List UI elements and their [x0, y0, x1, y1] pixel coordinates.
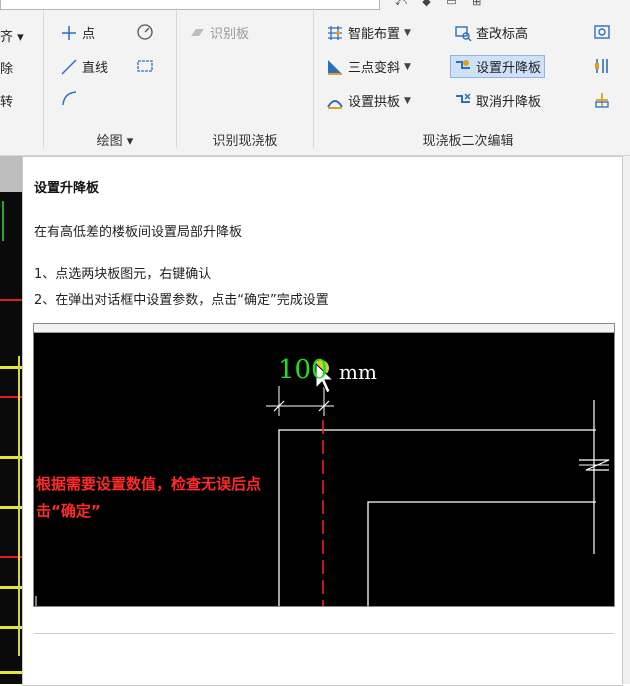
tooltip-step: 2、在弹出对话框中设置参数，点击“确定”完成设置 [34, 293, 329, 308]
split-slab-icon [593, 91, 611, 109]
canvas-line [0, 299, 22, 301]
dimension-value: 100 [278, 355, 328, 385]
dimension-unit: mm [339, 360, 377, 384]
check-elevation-button[interactable]: 查改标高 [454, 23, 528, 42]
delete-label: 除 [0, 62, 14, 77]
circle-icon [136, 23, 154, 41]
split-slab-button[interactable] [593, 91, 615, 109]
top-input-box[interactable] [0, 0, 380, 10]
tooltip-title: 设置升降板 [34, 181, 100, 196]
rectangle-icon [136, 57, 154, 75]
line-button[interactable]: 直线 [60, 57, 108, 76]
cancel-raise-lower-icon [454, 92, 472, 110]
separator [313, 8, 314, 148]
slope-icon [326, 58, 344, 76]
edit-group-label: 现浇板二次编辑 [422, 134, 514, 149]
smart-layout-label: 智能布置 [348, 27, 401, 42]
rectangle-button[interactable] [136, 57, 158, 75]
check-elevation-label: 查改标高 [476, 27, 529, 42]
separator [43, 8, 44, 148]
arc-button[interactable] [60, 89, 82, 107]
three-point-slope-button[interactable]: 三点变斜 ▼ [326, 57, 411, 76]
divider [34, 633, 614, 634]
check-elevation-icon [454, 24, 472, 42]
circle-button[interactable] [136, 23, 158, 41]
separator [176, 8, 177, 148]
rotate-item[interactable]: 转 [0, 91, 13, 110]
canvas-line [18, 356, 20, 656]
cad-canvas[interactable] [0, 156, 22, 684]
demo-instruction-note: 根据需要设置数值，检查无误后点击“确定” [36, 475, 262, 520]
demo-animation: 100 mm 根据需要设置数值，检查无误后点击“确定” [33, 323, 615, 607]
tooltip-step: 1、点选两块板图元，右键确认 [34, 267, 212, 282]
cancel-raise-lower-label: 取消升降板 [476, 95, 542, 110]
chevron-down-icon: ▼ [404, 61, 411, 72]
canvas-line [0, 671, 22, 674]
smart-layout-icon [326, 24, 344, 42]
arch-icon [326, 92, 344, 110]
arc-icon [60, 89, 78, 107]
cancel-raise-lower-button[interactable]: 取消升降板 [454, 91, 541, 110]
scrollbar[interactable] [622, 156, 630, 684]
adjust-height-button[interactable] [593, 57, 615, 75]
identify-slab-label: 识别板 [210, 27, 250, 42]
point-button[interactable]: 点 [60, 23, 95, 42]
canvas-line [2, 201, 4, 241]
chevron-down-icon: ▼ [404, 27, 411, 38]
point-label: 点 [82, 27, 96, 42]
chevron-down-icon: ▼ [404, 95, 411, 106]
canvas-header [0, 156, 22, 192]
raise-lower-icon [454, 58, 472, 76]
rotate-label: 转 [0, 95, 14, 110]
view-slab-button[interactable] [593, 23, 615, 41]
quick-access-icons[interactable]: ⤺ ◆ ▭ ⊞ [395, 0, 487, 9]
adjust-height-icon [593, 57, 611, 75]
set-raise-lower-label: 设置升降板 [476, 61, 542, 76]
point-icon [60, 24, 78, 42]
ribbon-toolbar: ⤺ ◆ ▭ ⊞ 齐 ▾ 除 转 点 直线 绘图 ▾ 识别板 识别现浇板 智能布置… [0, 0, 630, 156]
delete-item[interactable]: 除 [0, 58, 13, 77]
tooltip-description: 在有高低差的楼板间设置局部升降板 [34, 225, 243, 240]
align-item[interactable]: 齐 ▾ [0, 26, 24, 45]
line-icon [60, 58, 78, 76]
line-label: 直线 [82, 61, 109, 76]
smart-layout-button[interactable]: 智能布置 ▼ [326, 23, 411, 42]
set-arch-label: 设置拱板 [348, 95, 401, 110]
align-label: 齐 ▾ [0, 30, 24, 45]
identify-icon [188, 24, 206, 42]
identify-group-label: 识别现浇板 [212, 134, 278, 149]
identify-slab-button[interactable]: 识别板 [188, 23, 249, 42]
set-arch-button[interactable]: 设置拱板 ▼ [326, 91, 411, 110]
set-raise-lower-button[interactable]: 设置升降板 [450, 55, 546, 78]
three-point-slope-label: 三点变斜 [348, 61, 401, 76]
draw-group-label[interactable]: 绘图 ▾ [60, 130, 170, 149]
view-slab-icon [593, 23, 611, 41]
